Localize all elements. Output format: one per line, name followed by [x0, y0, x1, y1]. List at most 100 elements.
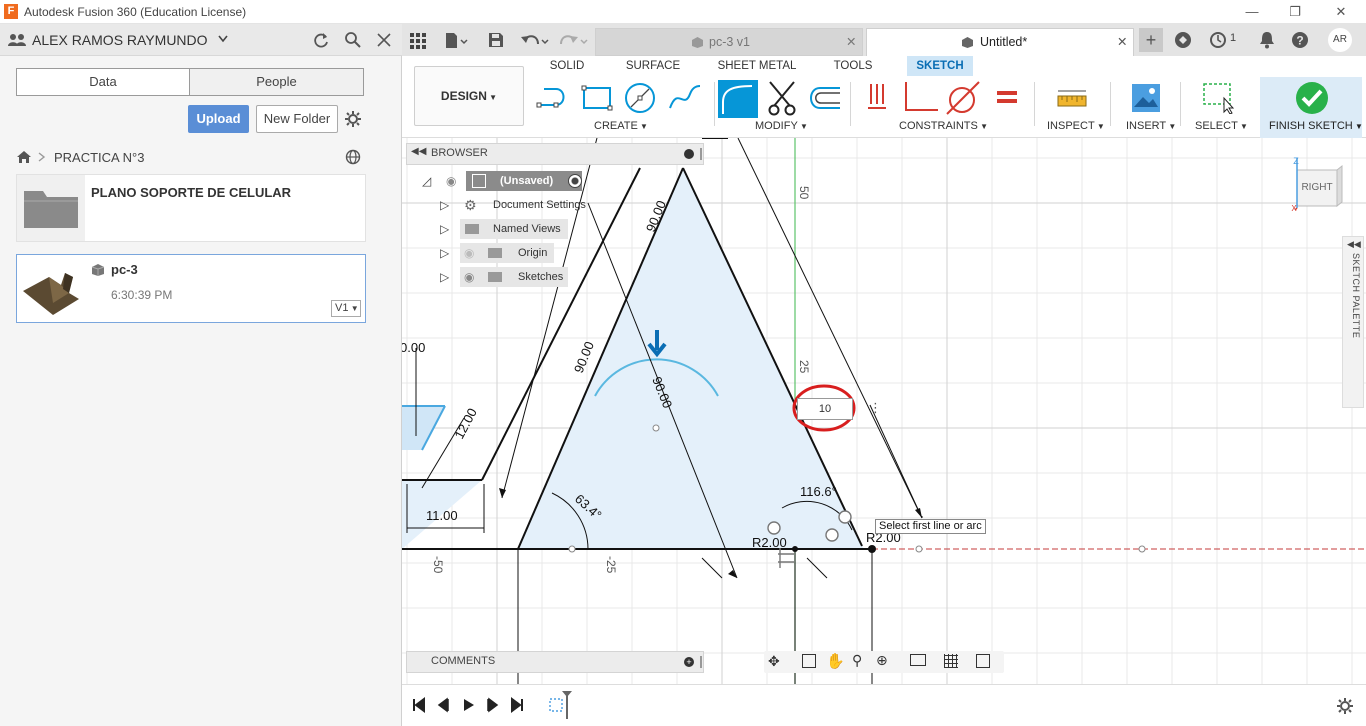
- dimension-label[interactable]: 12.00: [451, 406, 480, 442]
- orbit-icon[interactable]: ✥: [768, 653, 780, 670]
- dimension-label[interactable]: 11.00: [426, 508, 458, 523]
- tab-pc-3[interactable]: pc-3 v1 ✕: [595, 28, 863, 56]
- viewports-icon[interactable]: [976, 654, 990, 668]
- dimension-input[interactable]: 10: [797, 398, 853, 420]
- zoom-icon[interactable]: ⚲: [852, 652, 862, 669]
- line-tool-icon[interactable]: [536, 82, 574, 112]
- expand-palette-icon[interactable]: ◀◀: [1347, 239, 1361, 250]
- visibility-eye-off-icon[interactable]: ◉: [464, 243, 474, 263]
- constraints-menu[interactable]: CONSTRAINTS ▼: [899, 120, 988, 132]
- go-to-end-icon[interactable]: [511, 697, 523, 713]
- globe-icon[interactable]: [345, 149, 361, 165]
- close-window-button[interactable]: ✕: [1329, 2, 1353, 22]
- tab-close-icon[interactable]: ✕: [846, 29, 856, 55]
- comments-panel[interactable]: COMMENTS +: [406, 651, 704, 673]
- grid-settings-icon[interactable]: [944, 654, 958, 668]
- modify-menu[interactable]: MODIFY ▼: [755, 120, 808, 132]
- insert-image-icon[interactable]: [1131, 83, 1161, 113]
- timeline-marker-icon[interactable]: [548, 689, 572, 721]
- tangent-constraint-icon[interactable]: [945, 80, 981, 116]
- finish-sketch-button[interactable]: FINISH SKETCH ▼: [1260, 77, 1363, 138]
- dimension-label[interactable]: 0.00: [402, 340, 425, 355]
- insert-menu[interactable]: INSERT ▼: [1126, 120, 1176, 132]
- go-to-start-icon[interactable]: [413, 697, 425, 713]
- new-folder-button[interactable]: New Folder: [256, 105, 338, 133]
- grid-menu-icon[interactable]: [410, 33, 426, 49]
- new-tab-button[interactable]: +: [1139, 28, 1163, 52]
- panel-grip-icon[interactable]: [700, 148, 702, 160]
- upload-button[interactable]: Upload: [188, 105, 249, 133]
- help-icon[interactable]: ?: [1291, 31, 1309, 49]
- equal-constraint-icon[interactable]: [996, 88, 1018, 106]
- search-icon[interactable]: [344, 31, 362, 49]
- gear-icon[interactable]: [344, 110, 362, 128]
- select-menu[interactable]: SELECT ▼: [1195, 120, 1248, 132]
- perpendicular-constraint-icon[interactable]: [902, 80, 940, 114]
- inspect-menu[interactable]: INSPECT ▼: [1047, 120, 1105, 132]
- browser-root-node[interactable]: ◿ ◉ (Unsaved): [420, 171, 590, 191]
- workspace-switcher[interactable]: DESIGN ▼: [414, 66, 524, 126]
- extensions-icon[interactable]: [1174, 31, 1192, 49]
- step-back-icon[interactable]: [437, 697, 449, 713]
- play-icon[interactable]: [464, 699, 474, 711]
- restore-button[interactable]: ❐: [1283, 2, 1307, 22]
- viewcube[interactable]: RIGHT Z X: [1291, 156, 1343, 213]
- timeline-settings-icon[interactable]: [1336, 697, 1354, 715]
- save-icon[interactable]: [488, 32, 504, 48]
- rectangle-tool-icon[interactable]: [581, 84, 613, 112]
- home-icon[interactable]: [16, 150, 32, 164]
- browser-node-sketches[interactable]: ▷ ◉ Sketches: [438, 267, 568, 287]
- browser-node-document-settings[interactable]: ▷ ⚙ Document Settings: [438, 195, 590, 215]
- create-menu[interactable]: CREATE ▼: [594, 120, 648, 132]
- tab-untitled[interactable]: Untitled* ✕: [866, 28, 1134, 56]
- project-name[interactable]: PRACTICA N°3: [54, 150, 144, 165]
- expand-triangle-icon[interactable]: ▷: [440, 219, 449, 239]
- visibility-eye-icon[interactable]: ◉: [464, 267, 474, 287]
- user-name[interactable]: ALEX RAMOS RAYMUNDO: [32, 32, 208, 48]
- browser-node-named-views[interactable]: ▷ Named Views: [438, 219, 568, 239]
- add-comment-icon[interactable]: +: [684, 657, 694, 667]
- coincident-constraint-icon[interactable]: [866, 82, 888, 114]
- visibility-eye-icon[interactable]: ◉: [446, 171, 456, 191]
- step-forward-icon[interactable]: [487, 697, 499, 713]
- dimension-label[interactable]: 90.00: [571, 339, 597, 375]
- more-options-icon[interactable]: ⋮: [869, 400, 882, 416]
- tab-sketch[interactable]: SKETCH: [907, 56, 973, 76]
- minimize-button[interactable]: —: [1240, 2, 1264, 22]
- tab-people[interactable]: People: [189, 68, 364, 96]
- tab-close-icon[interactable]: ✕: [1117, 29, 1127, 55]
- tab-sheet-metal[interactable]: SHEET METAL: [717, 56, 797, 76]
- file-menu-icon[interactable]: [444, 32, 468, 50]
- sketch-palette-collapsed[interactable]: ◀◀ SKETCH PALETTE: [1342, 236, 1364, 408]
- tab-data[interactable]: Data: [16, 68, 190, 96]
- look-at-icon[interactable]: [802, 654, 816, 668]
- expand-triangle-icon[interactable]: ▷: [440, 195, 449, 215]
- window-select-icon[interactable]: [1202, 82, 1236, 114]
- fit-icon[interactable]: ⊕: [876, 652, 888, 669]
- spline-tool-icon[interactable]: [668, 82, 702, 112]
- browser-node-origin[interactable]: ▷ ◉ Origin: [438, 243, 554, 263]
- activate-radio-icon[interactable]: [568, 174, 582, 188]
- tab-solid[interactable]: SOLID: [547, 56, 587, 76]
- redo-icon[interactable]: [559, 32, 589, 50]
- refresh-icon[interactable]: [312, 31, 330, 49]
- measure-icon[interactable]: [1057, 88, 1087, 108]
- expand-triangle-icon[interactable]: ▷: [440, 243, 449, 263]
- folder-card[interactable]: PLANO SOPORTE DE CELULAR: [16, 174, 366, 242]
- expand-triangle-icon[interactable]: ▷: [440, 267, 449, 287]
- circle-tool-icon[interactable]: [623, 81, 657, 115]
- notifications-icon[interactable]: [1259, 31, 1275, 49]
- collapse-browser-icon[interactable]: ◀◀: [411, 146, 426, 157]
- version-badge[interactable]: V1 ▼: [331, 300, 361, 317]
- offset-tool-icon[interactable]: [806, 84, 842, 112]
- trim-tool-icon[interactable]: [766, 80, 798, 116]
- chevron-down-icon[interactable]: [218, 35, 228, 43]
- angle-label[interactable]: 116.6°: [800, 484, 837, 499]
- display-settings-icon[interactable]: [910, 654, 926, 666]
- panel-grip-icon[interactable]: [700, 656, 702, 668]
- tab-surface[interactable]: SURFACE: [624, 56, 682, 76]
- job-status-icon[interactable]: [1209, 31, 1227, 49]
- radius-label[interactable]: R2.00: [752, 535, 787, 550]
- collapse-triangle-icon[interactable]: ◿: [422, 171, 431, 191]
- avatar[interactable]: AR: [1328, 28, 1352, 52]
